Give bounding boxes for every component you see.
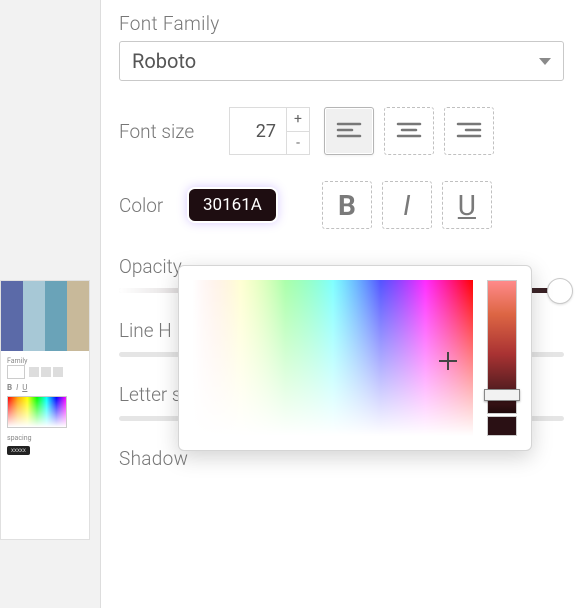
- thumb-label-family: Family: [7, 357, 83, 365]
- label-color: Color: [119, 194, 175, 217]
- bold-button[interactable]: B: [322, 181, 372, 229]
- color-current-swatch: [487, 416, 517, 436]
- opacity-slider-thumb[interactable]: [547, 278, 573, 304]
- color-picker-popup: [178, 265, 532, 451]
- thumb-pill: xxxxx: [7, 446, 30, 455]
- color-hex-input[interactable]: 30161A: [189, 189, 276, 221]
- color-field-cursor-icon: [439, 352, 457, 370]
- color-hue-slider[interactable]: [487, 280, 517, 414]
- italic-button[interactable]: I: [382, 181, 432, 229]
- font-size-input[interactable]: [230, 108, 286, 154]
- font-size-decrement[interactable]: -: [287, 132, 309, 155]
- thumb-color-picker: [7, 396, 67, 428]
- align-right-button[interactable]: [444, 107, 494, 155]
- underline-button[interactable]: U: [442, 181, 492, 229]
- font-family-select[interactable]: Roboto: [119, 41, 564, 81]
- thumb-palette: [1, 281, 89, 351]
- font-size-stepper: + -: [229, 107, 310, 155]
- align-center-icon: [396, 121, 422, 141]
- font-family-value: Roboto: [132, 49, 196, 73]
- sidebar-preview-thumbnail: Family B I U spacing xxxxx: [0, 280, 90, 540]
- hue-slider-thumb[interactable]: [484, 389, 520, 401]
- align-right-icon: [456, 121, 482, 141]
- font-size-increment[interactable]: +: [287, 108, 309, 132]
- align-center-button[interactable]: [384, 107, 434, 155]
- label-font-family: Font Family: [119, 12, 564, 35]
- text-style-group: B I U: [322, 181, 492, 229]
- thumb-bold: B: [7, 383, 12, 392]
- thumb-italic: I: [16, 383, 18, 392]
- label-font-size: Font size: [119, 120, 215, 143]
- color-saturation-field[interactable]: [193, 280, 473, 436]
- label-opacity: Opacity: [119, 255, 182, 278]
- text-align-group: [324, 107, 494, 155]
- align-left-button[interactable]: [324, 107, 374, 155]
- thumb-underline: U: [22, 383, 27, 392]
- color-hex-value: 30161A: [203, 195, 262, 215]
- align-left-icon: [336, 121, 362, 141]
- chevron-down-icon: [539, 58, 551, 65]
- label-line-height: Line H: [119, 319, 172, 342]
- thumb-label-spacing: spacing: [7, 434, 32, 442]
- thumb-mini-panel: Family B I U spacing xxxxx: [1, 351, 89, 465]
